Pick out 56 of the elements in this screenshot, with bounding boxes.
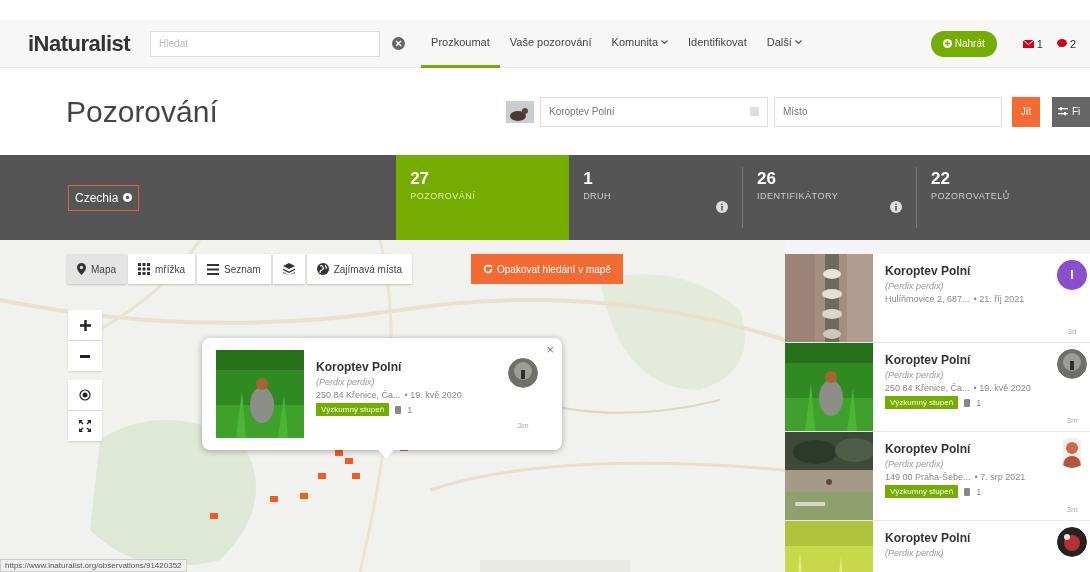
taxon-thumbnail <box>506 100 534 123</box>
species-name[interactable]: Koroptev Polní <box>885 531 971 545</box>
id-icon <box>964 487 971 496</box>
taxon-icon <box>750 107 759 116</box>
observation-date: • 21. říj 2021 <box>973 294 1025 304</box>
nav-link[interactable]: Další <box>756 19 812 68</box>
observation-card[interactable]: Koroptev Polní (Perdix perdix) <box>785 521 1090 572</box>
time-ago: 3m <box>1066 505 1078 514</box>
observation-card[interactable]: Koroptev Polní (Perdix perdix) 250 84 Křenice, Ča... • 19. kvě 2020 Výzkumný stupeň 1 3m <box>785 343 1090 432</box>
page-title: Pozorování <box>66 94 218 129</box>
observation-card[interactable]: Koroptev Polní (Perdix perdix) Hulíňmovice 2, 687... • 21. říj 2021 I 3d <box>785 254 1090 343</box>
place-field[interactable]: Místo <box>774 96 1002 127</box>
observation-date: • 19. kvě 2020 <box>973 383 1031 393</box>
quality-badge: Výzkumný stupeň <box>885 485 959 498</box>
scientific-name: (Perdix perdix) <box>885 459 945 469</box>
filters-button[interactable]: Fi <box>1052 96 1090 127</box>
user-avatar[interactable] <box>1057 349 1087 379</box>
species-field[interactable]: Koroptev Polní <box>540 96 768 127</box>
user-avatar[interactable]: I <box>1057 260 1087 290</box>
time-ago: 3d <box>1067 327 1077 336</box>
info-icon[interactable] <box>716 201 729 213</box>
place-filter-chip[interactable]: Czechia <box>68 184 140 211</box>
nav-link[interactable]: Komunita <box>601 19 679 68</box>
speech-bubble-icon[interactable] <box>1056 39 1067 48</box>
stats-tab[interactable]: 1 DRUH <box>569 155 743 240</box>
species-name[interactable]: Koroptev Polní <box>885 264 1025 278</box>
plus-icon <box>942 39 952 48</box>
stats-tab[interactable]: 22 POZOROVATELŮ <box>917 155 1090 240</box>
scientific-name: (Perdix perdix) <box>885 548 945 558</box>
logo[interactable]: iNaturalist <box>28 30 131 57</box>
sliders-icon <box>1058 107 1068 116</box>
id-count: 1 <box>976 397 982 408</box>
id-icon <box>964 398 971 407</box>
quality-badge: Výzkumný stupeň <box>885 396 959 409</box>
scientific-name: (Perdix perdix) <box>885 281 945 291</box>
nav-link[interactable]: Prozkoumat <box>421 19 500 68</box>
stats-tab[interactable]: 26 IDENTIFIKÁTORY <box>743 155 917 240</box>
search-field[interactable]: Hledat <box>150 30 381 57</box>
species-name[interactable]: Koroptev Polní <box>885 442 1026 456</box>
close-icon[interactable] <box>123 193 133 202</box>
observation-place: 149 00 Praha-Šebe... <box>885 472 971 482</box>
species-name[interactable]: Koroptev Polní <box>885 353 1031 367</box>
notification-count: 2 <box>1069 37 1076 50</box>
time-ago: 3m <box>1066 416 1078 425</box>
user-avatar[interactable] <box>1057 527 1087 557</box>
id-count: 1 <box>976 486 982 497</box>
observation-place: 250 84 Křenice, Ča... <box>885 383 970 393</box>
nav-link[interactable]: Identifikovat <box>678 19 757 68</box>
nav-link[interactable]: Vaše pozorování <box>499 19 602 68</box>
scientific-name: (Perdix perdix) <box>885 370 945 380</box>
info-icon[interactable] <box>890 201 903 213</box>
observation-date: • 7. srp 2021 <box>974 472 1026 482</box>
clear-icon[interactable] <box>392 37 406 50</box>
observation-place: Hulíňmovice 2, 687... <box>885 294 970 304</box>
message-count: 1 <box>1036 37 1043 50</box>
mail-icon[interactable] <box>1022 39 1034 48</box>
